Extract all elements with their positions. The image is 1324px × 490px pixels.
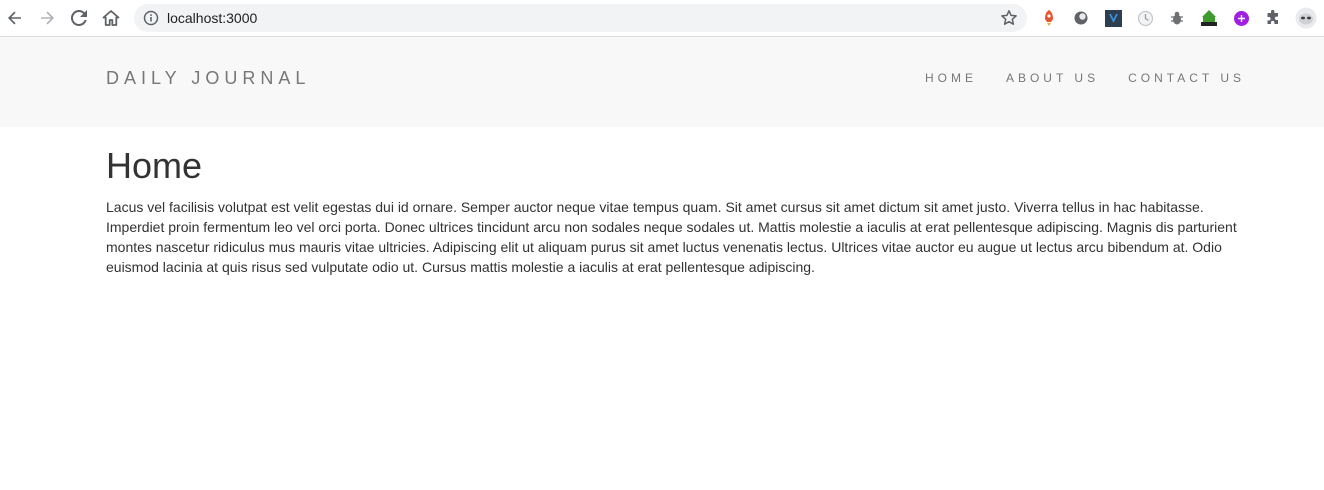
url-text[interactable]: localhost:3000	[167, 10, 257, 26]
reload-icon	[71, 10, 87, 26]
puzzle-icon[interactable]	[1264, 9, 1282, 27]
nav-link-home[interactable]: HOME	[925, 71, 977, 85]
back-button[interactable]	[3, 6, 27, 30]
info-icon[interactable]	[143, 10, 159, 26]
browser-toolbar: localhost:3000	[0, 0, 1324, 37]
back-arrow-icon	[8, 11, 21, 25]
bug-icon[interactable]	[1168, 9, 1186, 27]
profile-avatar-icon[interactable]	[1295, 7, 1317, 29]
site-navbar: DAILY JOURNAL HOME ABOUT US CONTACT US	[0, 37, 1324, 127]
main-content: Home Lacus vel facilisis volutpat est ve…	[106, 145, 1246, 277]
home-icon	[102, 10, 120, 26]
bookmark-star-icon[interactable]	[1000, 9, 1018, 27]
nav-link-about[interactable]: ABOUT US	[1006, 71, 1099, 85]
reload-button[interactable]	[67, 6, 91, 30]
forward-button[interactable]	[35, 6, 59, 30]
timer-extension-icon[interactable]	[1136, 9, 1154, 27]
page-title: Home	[106, 145, 203, 186]
home-button[interactable]	[99, 6, 123, 30]
rocket-icon[interactable]	[1040, 9, 1058, 27]
page-body-text: Lacus vel facilisis volutpat est velit e…	[106, 199, 1237, 275]
purple-extension-icon[interactable]	[1232, 9, 1250, 27]
brand-link[interactable]: DAILY JOURNAL	[106, 68, 310, 88]
nav-links: HOME ABOUT US CONTACT US	[896, 71, 1245, 85]
forward-arrow-icon	[41, 11, 54, 25]
vue-devtools-icon[interactable]	[1104, 9, 1122, 27]
address-bar[interactable]: localhost:3000	[134, 4, 1027, 32]
html-validator-icon[interactable]	[1200, 9, 1218, 27]
nav-link-contact[interactable]: CONTACT US	[1128, 71, 1245, 85]
circle-extension-icon[interactable]	[1072, 9, 1090, 27]
